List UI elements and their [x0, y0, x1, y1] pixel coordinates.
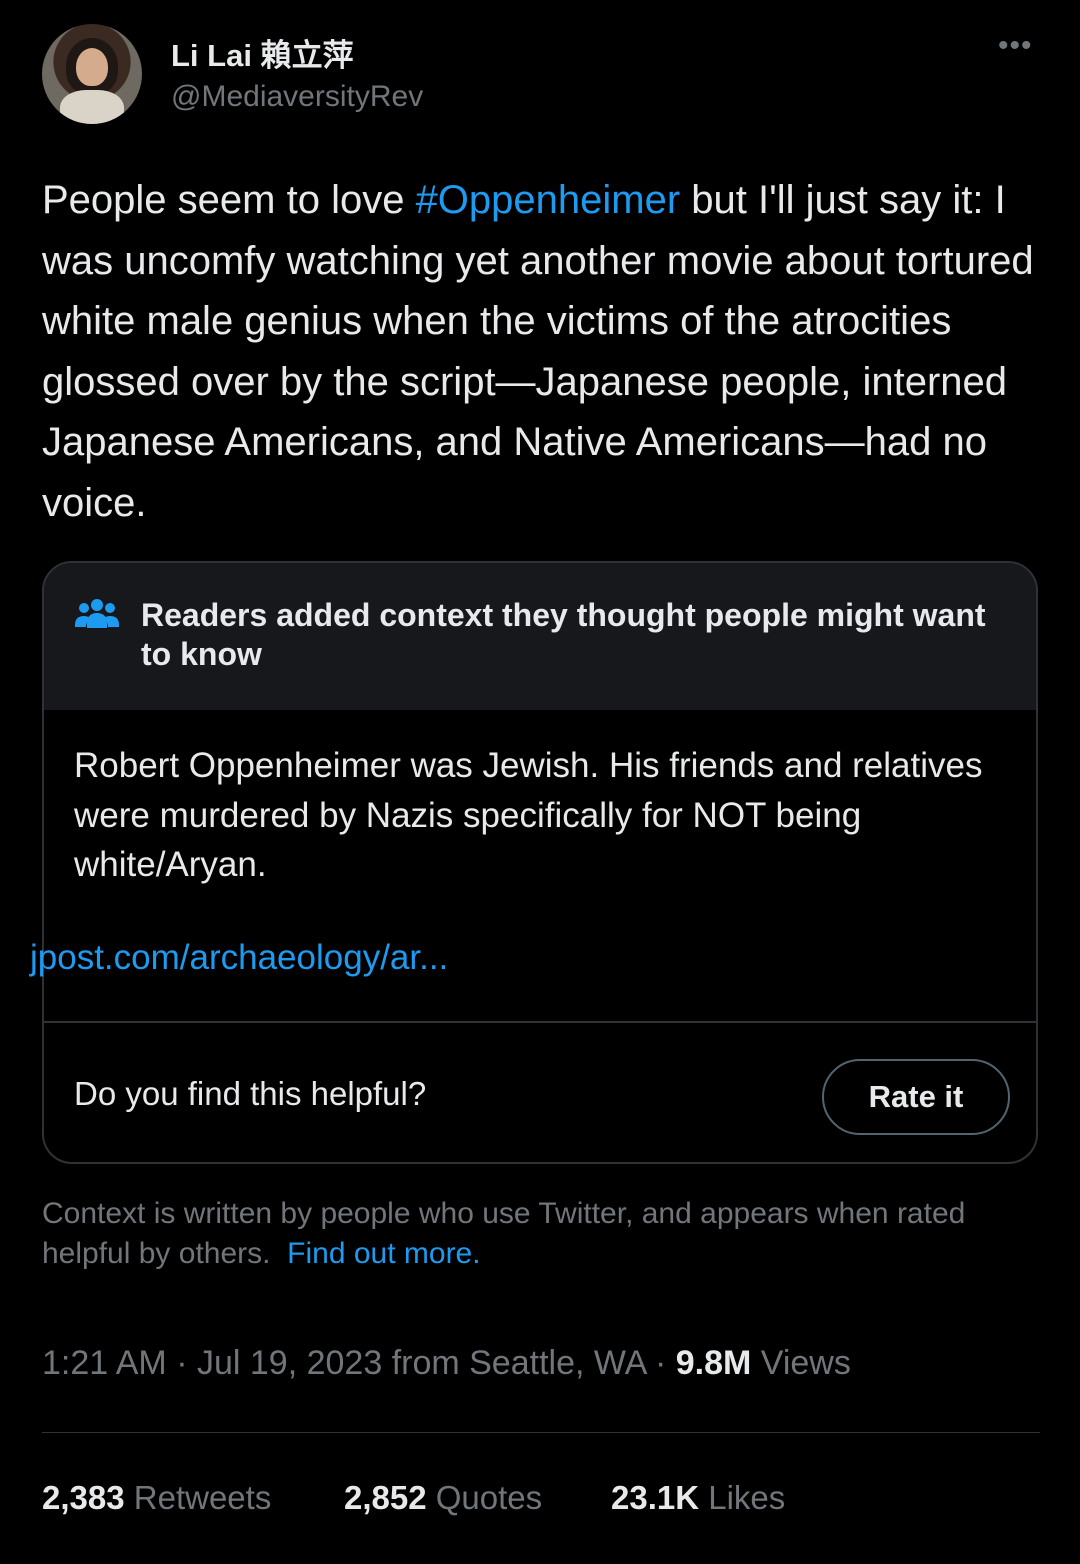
- tweet-metadata: 1:21 AM · Jul 19, 2023 from Seattle, WA …: [42, 1344, 851, 1382]
- community-note: Readers added context they thought peopl…: [42, 561, 1038, 1164]
- context-disclaimer: Context is written by people who use Twi…: [42, 1194, 1032, 1274]
- views-label: Views: [760, 1344, 851, 1382]
- author-name[interactable]: Li Lai 賴立萍: [171, 30, 354, 75]
- tweet-date[interactable]: Jul 19, 2023: [197, 1344, 382, 1382]
- divider: [42, 1432, 1040, 1433]
- likes-count: 23.1K: [611, 1479, 700, 1516]
- author-handle[interactable]: @MediaversityRev: [171, 80, 423, 114]
- community-note-source-link[interactable]: jpost.com/archaeology/ar...: [30, 938, 448, 978]
- retweets-count: 2,383: [42, 1479, 125, 1516]
- tweet-time[interactable]: 1:21 AM: [42, 1344, 167, 1382]
- likes-stat[interactable]: 23.1K Likes: [611, 1479, 785, 1517]
- tweet-text-end: but I'll just say it: I was uncomfy watc…: [42, 178, 1034, 525]
- disclaimer-link-suffix: .: [472, 1237, 481, 1270]
- avatar[interactable]: [42, 24, 142, 124]
- hashtag-link[interactable]: #Oppenheimer: [416, 178, 681, 222]
- community-note-body: Robert Oppenheimer was Jewish. His frien…: [74, 746, 983, 884]
- quotes-count: 2,852: [344, 1479, 427, 1516]
- readers-icon: [75, 599, 119, 628]
- tweet-location: from Seattle, WA: [391, 1344, 646, 1382]
- community-note-header: Readers added context they thought peopl…: [44, 563, 1036, 710]
- tweet-text-start: People seem to love: [42, 178, 416, 222]
- likes-label: Likes: [708, 1479, 786, 1516]
- helpful-question: Do you find this helpful?: [74, 1075, 427, 1112]
- more-options-icon[interactable]: •••: [998, 31, 1033, 61]
- divider: [44, 1021, 1036, 1023]
- views-count: 9.8M: [675, 1344, 752, 1382]
- retweets-stat[interactable]: 2,383 Retweets: [42, 1479, 271, 1517]
- quotes-stat[interactable]: 2,852 Quotes: [344, 1479, 542, 1517]
- disclaimer-text: Context is written by people who use Twi…: [42, 1197, 966, 1270]
- find-out-more-link[interactable]: Find out more: [287, 1237, 472, 1270]
- tweet-text: People seem to love #Oppenheimer but I'l…: [42, 170, 1042, 533]
- retweets-label: Retweets: [133, 1479, 272, 1516]
- quotes-label: Quotes: [435, 1479, 543, 1516]
- rate-it-button[interactable]: Rate it: [822, 1059, 1010, 1135]
- community-note-title: Readers added context they thought peopl…: [141, 597, 986, 672]
